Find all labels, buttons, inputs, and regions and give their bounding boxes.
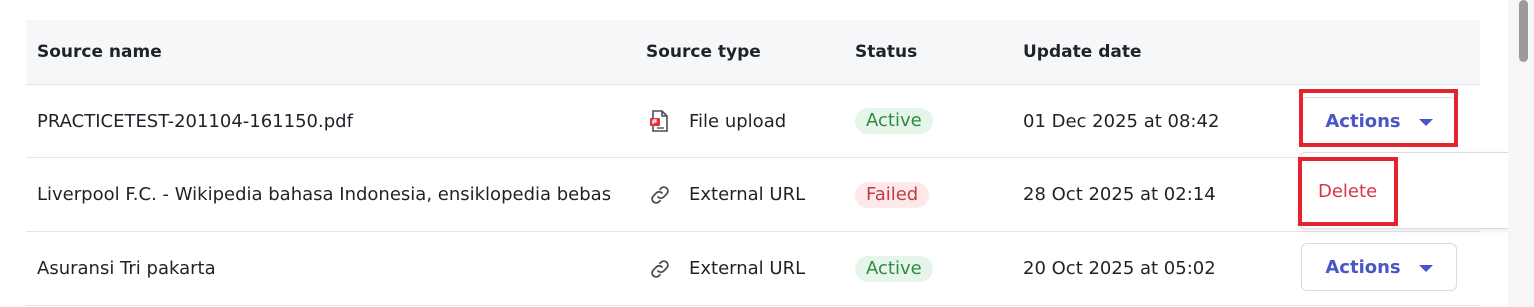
delete-menu-item[interactable]: Delete <box>1318 181 1377 202</box>
actions-button[interactable]: Actions <box>1301 97 1457 145</box>
table-row: PRACTICETEST-201104-161150.pdf File uplo… <box>26 85 1480 158</box>
update-date: 01 Dec 2025 at 08:42 <box>1023 110 1220 132</box>
update-date: 28 Oct 2025 at 02:14 <box>1023 184 1216 205</box>
source-name: Asuransi Tri pakarta <box>37 258 216 279</box>
header-update-date: Update date <box>1023 42 1142 62</box>
link-icon <box>646 181 674 209</box>
source-name: PRACTICETEST-201104-161150.pdf <box>37 110 353 132</box>
source-type: External URL <box>646 232 805 305</box>
table-header: Source name Source type Status Update da… <box>26 20 1480 85</box>
scrollbar[interactable] <box>1508 0 1534 307</box>
source-type-label: External URL <box>689 258 806 279</box>
actions-dropdown-menu: Delete <box>1299 152 1517 229</box>
link-icon <box>646 255 674 283</box>
header-source-name: Source name <box>37 42 162 62</box>
status-cell: Active <box>855 85 933 157</box>
status-cell: Failed <box>855 158 930 231</box>
chevron-down-icon <box>1418 118 1433 126</box>
chevron-down-icon <box>1418 264 1433 272</box>
update-date: 20 Oct 2025 at 05:02 <box>1023 258 1216 279</box>
source-type-label: External URL <box>689 184 806 205</box>
status-cell: Active <box>855 232 933 305</box>
source-type-label: File upload <box>689 110 787 132</box>
table-row: Asuransi Tri pakarta External URL Active… <box>26 232 1480 306</box>
status-badge: Active <box>855 255 933 282</box>
source-type: External URL <box>646 158 805 231</box>
header-source-type: Source type <box>646 42 761 62</box>
table-row: Liverpool F.C. - Wikipedia bahasa Indone… <box>26 158 1480 232</box>
scrollbar-thumb[interactable] <box>1519 0 1528 62</box>
file-upload-icon <box>646 107 674 135</box>
actions-button-label: Actions <box>1325 110 1401 132</box>
source-type: File upload <box>646 85 786 157</box>
actions-button[interactable]: Actions <box>1301 243 1457 291</box>
status-badge: Active <box>855 108 933 134</box>
status-badge: Failed <box>855 181 930 208</box>
source-name: Liverpool F.C. - Wikipedia bahasa Indone… <box>37 184 612 205</box>
header-status: Status <box>855 42 918 62</box>
actions-button-label: Actions <box>1325 256 1401 278</box>
